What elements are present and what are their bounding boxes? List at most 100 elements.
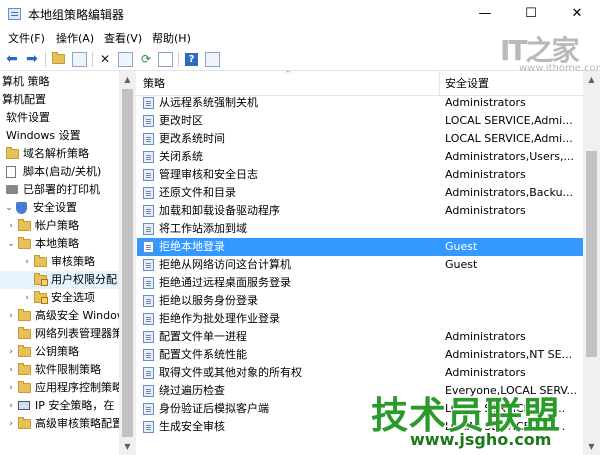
collapsed-chevron-icon[interactable]: › <box>6 343 16 361</box>
policy-row[interactable]: 拒绝本地登录 Guest <box>137 238 583 256</box>
scroll-up-arrow-icon[interactable]: ▲ <box>583 71 600 88</box>
forward-arrow-icon[interactable]: ➡ <box>24 51 40 67</box>
tree-item[interactable]: › 公钥策略 <box>0 343 119 361</box>
collapsed-chevron-icon[interactable]: › <box>6 307 16 325</box>
column-header-policy[interactable]: 策略 <box>143 75 165 91</box>
collapsed-chevron-icon[interactable]: › <box>6 397 16 415</box>
policy-setting-icon <box>143 349 154 361</box>
expanded-chevron-icon[interactable]: ⌄ <box>6 235 16 253</box>
policy-setting-icon <box>143 385 154 397</box>
console-tree: 算机 策略算机配置软件设置 Windows 设置域名解析策略 脚本(启动/关机) 已部… <box>0 71 132 455</box>
policy-name: 生成安全审核 <box>159 420 225 433</box>
policy-setting-icon <box>143 367 154 379</box>
policy-row[interactable]: 拒绝以服务身份登录 <box>137 292 583 310</box>
policy-row[interactable]: 关闭系统 Administrators,Users,... <box>137 148 583 166</box>
list-scrollbar[interactable]: ▲ ▼ <box>583 71 600 455</box>
policy-row[interactable]: 拒绝从网络访问这台计算机 Guest <box>137 256 583 274</box>
policy-row[interactable]: 从远程系统强制关机 Administrators <box>137 94 583 112</box>
properties-icon[interactable] <box>118 52 133 67</box>
folder-icon <box>6 147 19 159</box>
tree-item[interactable]: 算机配置 <box>0 91 119 109</box>
maximize-button[interactable]: ☐ <box>508 0 554 28</box>
expanded-chevron-icon[interactable]: ⌄ <box>4 199 14 217</box>
menu-help[interactable]: 帮助(H) <box>152 30 191 46</box>
tree-item[interactable]: 已部署的打印机 <box>0 181 119 199</box>
policy-name: 拒绝本地登录 <box>159 240 225 253</box>
tree-item[interactable]: › 审核策略 <box>0 253 119 271</box>
tree-item[interactable]: › 帐户策略 <box>0 217 119 235</box>
folder-icon <box>18 363 31 375</box>
collapsed-chevron-icon[interactable]: › <box>6 379 16 397</box>
tree-item[interactable]: 软件设置 <box>0 109 119 127</box>
folder-icon <box>18 381 31 393</box>
tree-item[interactable]: 网络列表管理器策略 <box>0 325 131 343</box>
tree-item[interactable]: › 安全选项 <box>0 289 119 307</box>
policy-row[interactable]: 管理审核和安全日志 Administrators <box>137 166 583 184</box>
folder-icon <box>18 417 31 429</box>
folder-icon <box>18 309 31 321</box>
security-setting-value: Administrators <box>445 330 526 343</box>
tree-scrollbar[interactable]: ▲ ▼ <box>119 71 136 455</box>
toolbar-separator <box>45 52 46 67</box>
collapsed-chevron-icon[interactable]: › <box>6 415 16 433</box>
policy-row[interactable]: 取得文件或其他对象的所有权 Administrators <box>137 364 583 382</box>
collapsed-chevron-icon[interactable]: › <box>22 289 32 307</box>
minimize-button[interactable]: — <box>462 0 508 28</box>
tree-item[interactable]: › 高级安全 Windows <box>0 307 131 325</box>
policy-name: 管理审核和安全日志 <box>159 168 258 181</box>
tree-item[interactable]: Windows 设置 <box>0 127 119 145</box>
policy-row[interactable]: 更改系统时间 LOCAL SERVICE,Admi... <box>137 130 583 148</box>
collapsed-chevron-icon[interactable]: › <box>6 361 16 379</box>
folder-icon <box>18 327 31 339</box>
tree-item[interactable]: 域名解析策略 <box>0 145 119 163</box>
column-divider[interactable] <box>439 71 440 95</box>
policy-row[interactable]: 配置文件单一进程 Administrators <box>137 328 583 346</box>
policy-name: 配置文件系统性能 <box>159 348 247 361</box>
policy-row[interactable]: 将工作站添加到域 <box>137 220 583 238</box>
scroll-up-arrow-icon[interactable]: ▲ <box>119 71 136 88</box>
delete-icon[interactable]: ✕ <box>97 51 113 67</box>
tree-item-label: 软件设置 <box>6 111 50 124</box>
tree-item[interactable]: 脚本(启动/关机) <box>0 163 119 181</box>
policy-row[interactable]: 更改时区 LOCAL SERVICE,Admi... <box>137 112 583 130</box>
menu-view[interactable]: 查看(V) <box>104 30 142 46</box>
menu-action[interactable]: 操作(A) <box>56 30 94 46</box>
collapsed-chevron-icon[interactable]: › <box>6 217 16 235</box>
policy-name: 更改时区 <box>159 114 203 127</box>
tree-item[interactable]: ⌄ 本地策略 <box>0 235 119 253</box>
export-list-icon[interactable] <box>158 52 173 67</box>
column-header-setting[interactable]: 安全设置 <box>445 75 489 91</box>
policy-row[interactable]: 加载和卸载设备驱动程序 Administrators <box>137 202 583 220</box>
tree-item[interactable]: 用户权限分配 <box>0 271 119 289</box>
close-button[interactable]: ✕ <box>554 0 600 28</box>
up-folder-icon[interactable] <box>51 51 67 67</box>
tree-item[interactable]: ⌄ 安全设置 <box>0 199 119 217</box>
tree-item[interactable]: › 高级审核策略配置 <box>0 415 123 433</box>
policy-row[interactable]: 配置文件系统性能 Administrators,NT SE... <box>137 346 583 364</box>
scroll-down-arrow-icon[interactable]: ▼ <box>119 438 136 455</box>
help-icon[interactable]: ? <box>185 53 198 66</box>
tree-item-label: 算机配置 <box>2 93 46 106</box>
tree-item[interactable]: › 软件限制策略 <box>0 361 119 379</box>
tree-item-label: Windows 设置 <box>6 129 81 142</box>
scrollbar-thumb[interactable] <box>122 89 133 437</box>
scroll-down-arrow-icon[interactable]: ▼ <box>583 438 600 455</box>
policy-row[interactable]: 拒绝作为批处理作业登录 <box>137 310 583 328</box>
policy-row[interactable]: 拒绝通过远程桌面服务登录 <box>137 274 583 292</box>
filter-icon[interactable] <box>205 52 220 67</box>
policy-row[interactable]: 还原文件和目录 Administrators,Backu... <box>137 184 583 202</box>
security-shield-icon <box>16 202 27 214</box>
back-arrow-icon[interactable]: ⬅ <box>4 51 20 67</box>
policy-setting-icon <box>143 277 154 289</box>
tree-item[interactable]: 算机 策略 <box>0 73 119 91</box>
tree-item[interactable]: › IP 安全策略，在 <box>0 397 119 415</box>
policy-name: 绕过遍历检查 <box>159 384 225 397</box>
menu-file[interactable]: 文件(F) <box>8 30 45 46</box>
show-hide-tree-icon[interactable] <box>72 52 87 67</box>
scrollbar-thumb[interactable] <box>586 151 597 357</box>
refresh-icon[interactable]: ⟳ <box>138 51 154 67</box>
policy-name: 还原文件和目录 <box>159 186 236 199</box>
collapsed-chevron-icon[interactable]: › <box>22 253 32 271</box>
tree-item[interactable]: › 应用程序控制策略 <box>0 379 123 397</box>
tree-item-label: 本地策略 <box>35 237 79 250</box>
